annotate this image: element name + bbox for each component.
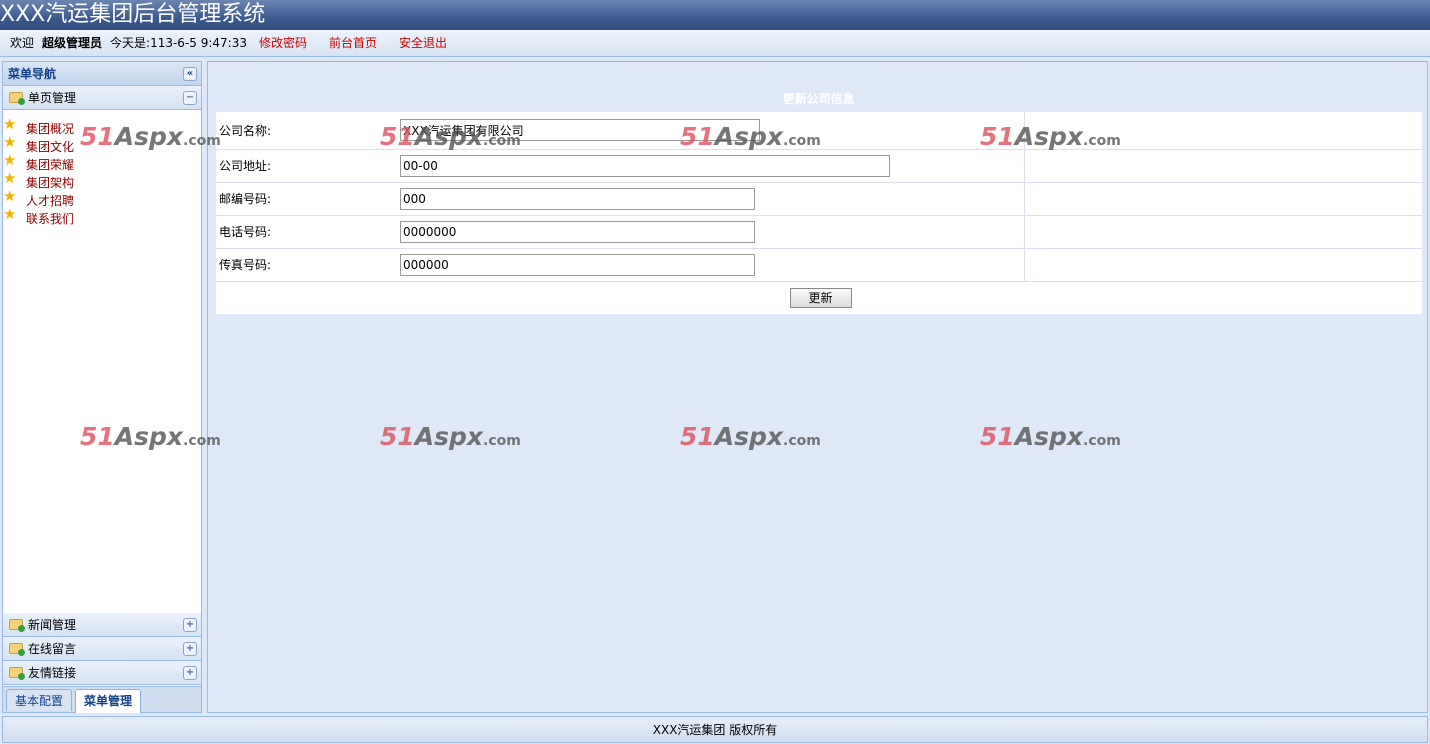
form-title: 更新公司信息 <box>782 92 855 106</box>
star-icon: ★ <box>3 133 17 151</box>
menu-item[interactable]: ★ 人才招聘 <box>3 187 201 210</box>
folder-icon <box>9 92 25 105</box>
top-toolbar: 欢迎 超级管理员 今天是:113-6-5 9:47:33 修改密码 前台首页 安全退出 <box>0 30 1430 57</box>
menu-item[interactable]: ★ 集团架构 <box>3 169 201 192</box>
plus-icon[interactable]: + <box>183 666 197 680</box>
change-password-link[interactable]: 修改密码 <box>259 36 307 50</box>
field-label: 传真号码: <box>216 248 397 282</box>
section-label: 友情链接 <box>28 666 77 680</box>
field-label: 公司名称: <box>216 112 397 150</box>
section-label: 在线留言 <box>28 642 77 656</box>
menu-item[interactable]: ★ 集团荣耀 <box>3 151 201 174</box>
tab-menu-management[interactable]: 菜单管理 <box>75 689 142 713</box>
fax-input[interactable] <box>400 253 755 276</box>
menu-items: ★ 集团概况 ★ 集团文化 ★ 集团荣耀 ★ 集团架构 ★ 人才招聘 ★ 联系我们 <box>3 110 201 613</box>
sidebar-tabs: 基本配置 菜单管理 <box>3 686 201 713</box>
section-messages[interactable]: 在线留言 + <box>3 637 201 661</box>
menu-item-label: 人才招聘 <box>26 194 75 208</box>
star-icon: ★ <box>3 205 17 223</box>
home-link[interactable]: 前台首页 <box>329 36 377 50</box>
main-panel: 更新公司信息 公司名称: 公司地址: 邮编号码: 电话号码: 传真号码: 更新 <box>207 61 1428 713</box>
logout-link[interactable]: 安全退出 <box>399 36 447 50</box>
footer: XXX汽运集团 版权所有 <box>2 716 1428 743</box>
folder-icon <box>9 667 25 680</box>
sidebar-header: 菜单导航 « <box>3 62 201 86</box>
sidebar-title: 菜单导航 <box>8 67 57 81</box>
date-text: 今天是:113-6-5 9:47:33 <box>110 36 247 50</box>
menu-item[interactable]: ★ 集团文化 <box>3 133 201 156</box>
welcome-text: 欢迎 <box>10 36 35 50</box>
section-links[interactable]: 友情链接 + <box>3 661 201 685</box>
plus-icon[interactable]: + <box>183 642 197 656</box>
company-address-input[interactable] <box>400 154 890 177</box>
collapse-icon[interactable]: « <box>183 67 197 81</box>
field-label: 邮编号码: <box>216 182 397 216</box>
plus-icon[interactable]: + <box>183 618 197 632</box>
menu-item-label: 联系我们 <box>26 212 75 226</box>
menu-item-label: 集团文化 <box>26 140 75 154</box>
section-news[interactable]: 新闻管理 + <box>3 613 201 637</box>
folder-icon <box>9 619 25 632</box>
section-single-page[interactable]: 单页管理 − <box>3 86 201 110</box>
menu-item-label: 集团荣耀 <box>26 158 75 172</box>
star-icon: ★ <box>3 151 17 169</box>
menu-item[interactable]: ★ 集团概况 <box>3 115 201 138</box>
company-info-form: 公司名称: 公司地址: 邮编号码: 电话号码: 传真号码: 更新 <box>216 112 1422 314</box>
section-label: 单页管理 <box>28 91 77 105</box>
company-name-input[interactable] <box>400 119 760 142</box>
star-icon: ★ <box>3 169 17 187</box>
menu-item[interactable]: ★ 联系我们 <box>3 205 201 228</box>
postcode-input[interactable] <box>400 187 755 210</box>
folder-icon <box>9 643 25 656</box>
phone-input[interactable] <box>400 220 755 243</box>
sidebar: 菜单导航 « 单页管理 − ★ 集团概况 ★ 集团文化 ★ 集团荣耀 ★ 集团架构 ★ 人才招… <box>2 61 202 713</box>
star-icon: ★ <box>3 115 17 133</box>
user-name: 超级管理员 <box>42 36 103 50</box>
field-label: 公司地址: <box>216 149 397 183</box>
section-label: 新闻管理 <box>28 618 77 632</box>
update-button[interactable]: 更新 <box>789 287 852 308</box>
menu-item-label: 集团概况 <box>26 122 75 136</box>
app-title: XXX汽运集团后台管理系统 <box>0 0 1430 30</box>
star-icon: ★ <box>3 187 17 205</box>
menu-item-label: 集团架构 <box>26 176 75 190</box>
field-label: 电话号码: <box>216 215 397 249</box>
tab-basic-config[interactable]: 基本配置 <box>6 689 73 711</box>
minus-icon[interactable]: − <box>183 91 197 105</box>
